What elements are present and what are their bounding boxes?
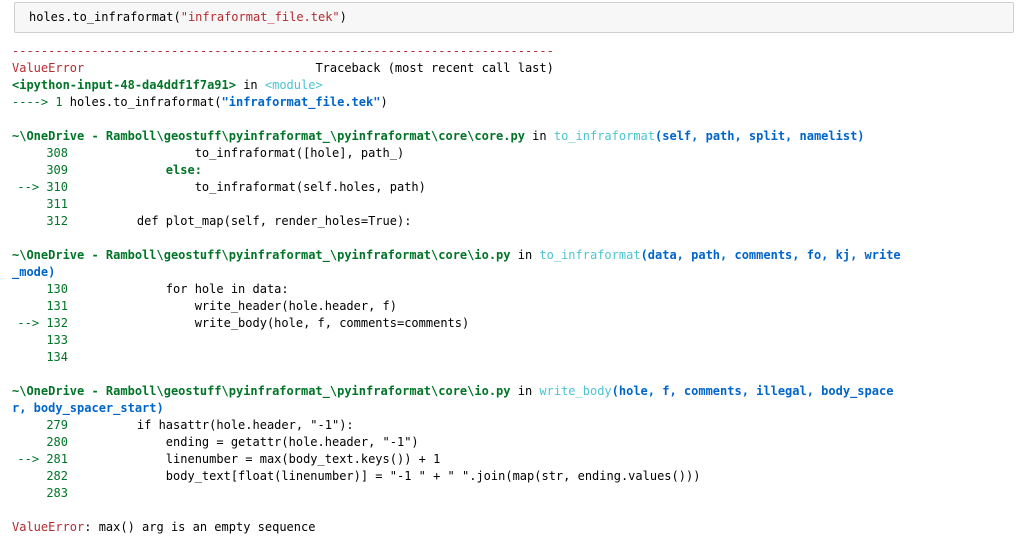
code-text: in <box>235 78 265 92</box>
code-text: write_body(hole, f, comments=comments) <box>108 316 470 330</box>
frame3-current-line: --> 281 linenumber = max(body_text.keys(… <box>12 451 1012 468</box>
line-number: 312 <box>46 214 68 228</box>
line-number: 309 <box>46 163 68 177</box>
frame3-line: 280 ending = getattr(hole.header, "-1") <box>12 434 1012 451</box>
code-text: _mode) <box>12 265 56 279</box>
code-string-arg: "infraformat_file.tek" <box>180 10 340 24</box>
line-number: 282 <box>46 469 68 483</box>
frame2-line: 134 <box>12 349 1012 366</box>
code-text: write_header(hole.header, f) <box>108 299 397 313</box>
frame2-current-line: --> 132 write_body(hole, f, comments=com… <box>12 315 1012 332</box>
frame3-header-cont: r, body_spacer_start) <box>12 400 1012 417</box>
code-input[interactable]: holes.to_infraformat("infraformat_file.t… <box>29 9 347 26</box>
code-close-paren: ) <box>339 10 347 24</box>
line-number: 283 <box>46 486 68 500</box>
frame2-line: 130 for hole in data: <box>12 281 1012 298</box>
frame1-func: to_infraformat <box>553 129 656 143</box>
code-text: for hole in data: <box>108 282 289 296</box>
code-text: body_text[float(linenumber)] = "-1 " + "… <box>108 469 701 483</box>
frame3-func: write_body <box>539 384 612 398</box>
line-number: 133 <box>46 333 68 347</box>
code-text: holes.to_infraformat( <box>69 95 222 109</box>
code-call: holes.to_infraformat( <box>29 10 181 24</box>
traceback-header: ValueError Traceback (most recent call l… <box>12 61 554 75</box>
frame2-path: ~\OneDrive - Ramboll\geostuff\pyinfrafor… <box>12 248 511 262</box>
frame3-line: 279 if hasattr(hole.header, "-1"): <box>12 417 1012 434</box>
frame2-line: 133 <box>12 332 1012 349</box>
frame0-location: <ipython-input-48-da4ddf1f7a91> <box>12 78 236 92</box>
frame2-func: to_infraformat <box>539 248 641 262</box>
frame1-line: 309 else: <box>12 162 1012 179</box>
frame1-line: 312 def plot_map(self, render_holes=True… <box>12 213 1012 230</box>
line-number: --> 310 <box>17 180 68 194</box>
frame2-header: ~\OneDrive - Ramboll\geostuff\pyinfrafor… <box>12 247 1012 264</box>
code-text: in <box>510 384 540 398</box>
frame1-current-line: --> 310 to_infraformat(self.holes, path) <box>12 179 1012 196</box>
frame3-header: ~\OneDrive - Ramboll\geostuff\pyinfrafor… <box>12 383 1012 400</box>
line-number: --> 132 <box>17 316 68 330</box>
code-text: in <box>524 129 554 143</box>
final-error-name: ValueError <box>12 520 85 534</box>
frame1-line: 308 to_infraformat([hole], path_) <box>12 145 1012 162</box>
code-text: r, body_spacer_start) <box>12 401 164 415</box>
frame2-header-cont: _mode) <box>12 264 1012 281</box>
line-number: 280 <box>46 435 68 449</box>
code-text: def plot_map(self, render_holes=True): <box>108 214 412 228</box>
frame1-line: 311 <box>12 196 1012 213</box>
code-text: ) <box>380 95 388 109</box>
code-text: "infraformat_file.tek" <box>221 95 381 109</box>
error-name: ValueError <box>12 61 85 75</box>
final-error-message: : max() arg is an empty sequence <box>84 520 316 534</box>
code-text: to_infraformat(self.holes, path) <box>108 180 426 194</box>
frame0-arrow: ----> 1 <box>12 95 70 109</box>
line-number: 130 <box>46 282 68 296</box>
frame3-args: (hole, f, comments, illegal, body_space <box>611 384 894 398</box>
code-text: linenumber = max(body_text.keys()) + 1 <box>108 452 441 466</box>
line-number: 308 <box>46 146 68 160</box>
line-number: 134 <box>46 350 68 364</box>
frame1-path: ~\OneDrive - Ramboll\geostuff\pyinfrafor… <box>12 129 525 143</box>
line-number: 311 <box>46 197 68 211</box>
traceback-label: (most recent call last) <box>387 61 554 75</box>
frame2-args: (data, path, comments, fo, kj, write <box>640 248 901 262</box>
frame0-code-line: ----> 1 holes.to_infraformat("infraforma… <box>12 94 1012 111</box>
frame2-line: 131 write_header(hole.header, f) <box>12 298 1012 315</box>
code-text: if hasattr(hole.header, "-1"): <box>108 418 354 432</box>
code-input-cell[interactable]: holes.to_infraformat("infraformat_file.t… <box>14 2 1014 33</box>
frame1-header: ~\OneDrive - Ramboll\geostuff\pyinfrafor… <box>12 128 1012 145</box>
frame3-path: ~\OneDrive - Ramboll\geostuff\pyinfrafor… <box>12 384 511 398</box>
frame0-header: <ipython-input-48-da4ddf1f7a91> in <modu… <box>12 77 1012 94</box>
traceback-separator: ----------------------------------------… <box>12 44 554 58</box>
line-number: --> 281 <box>17 452 68 466</box>
frame1-args: (self, path, split, namelist) <box>655 129 865 143</box>
traceback-output: ----------------------------------------… <box>12 43 1012 536</box>
line-number: 131 <box>46 299 68 313</box>
final-error-line: ValueError: max() arg is an empty sequen… <box>12 519 1012 536</box>
code-text: ending = getattr(hole.header, "-1") <box>108 435 419 449</box>
code-text: else: <box>108 163 202 177</box>
frame0-func: <module> <box>264 78 323 92</box>
line-number: 279 <box>46 418 68 432</box>
frame3-line: 283 <box>12 485 1012 502</box>
code-text: to_infraformat([hole], path_) <box>108 146 405 160</box>
frame3-line: 282 body_text[float(linenumber)] = "-1 "… <box>12 468 1012 485</box>
code-text: in <box>510 248 540 262</box>
